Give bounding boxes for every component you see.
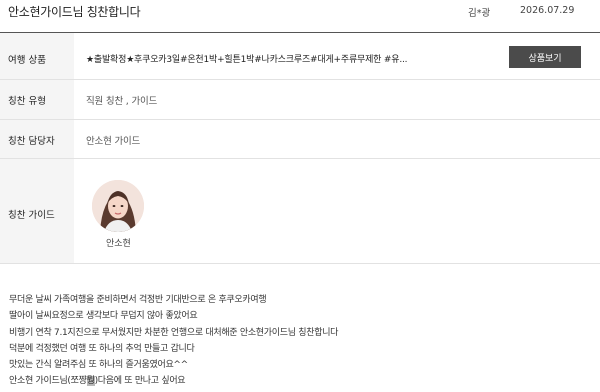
row-divider bbox=[0, 119, 600, 120]
type-value: 직원 칭찬 , 가이드 bbox=[86, 96, 158, 107]
view-product-button[interactable]: 상품보기 bbox=[509, 46, 581, 68]
review-line: 무더운 날씨 가족여행을 준비하면서 걱정반 기대반으로 온 후쿠오카여행 bbox=[9, 295, 267, 305]
row-divider bbox=[0, 263, 600, 264]
manager-value: 안소현 가이드 bbox=[86, 136, 141, 147]
author-name: 김*광 bbox=[468, 8, 491, 19]
review-line: 비행기 연착 7.1지진으로 무서웠지만 차분한 언행으로 대처해준 안소현가이… bbox=[9, 327, 339, 338]
review-body: 무더운 날씨 가족여행을 준비하면서 걱정반 기대반으로 온 후쿠오카여행 딸아… bbox=[9, 292, 589, 390]
post-date: 2026.07.29 bbox=[520, 5, 575, 16]
header-divider bbox=[0, 32, 600, 33]
manager-label: 칭찬 담당자 bbox=[8, 136, 55, 147]
product-label: 여행 상품 bbox=[8, 55, 46, 66]
review-text: )다음에 또 만나고 싶어요 bbox=[94, 376, 186, 387]
review-line: 맛있는 간식 알려주심 또 하나의 즐거움였어요^^ bbox=[9, 360, 188, 371]
guide-name: 안소현 bbox=[106, 239, 131, 249]
page-title: 안소현가이드님 칭찬합니다 bbox=[8, 5, 141, 19]
review-header: 안소현가이드님 칭찬합니다 김*광 2026.07.29 bbox=[0, 0, 600, 26]
guide-photo-icon bbox=[92, 180, 144, 232]
row-divider bbox=[0, 158, 600, 159]
review-line: 덕분에 걱정했던 여행 또 하나의 추억 만들고 갑니다 bbox=[9, 343, 195, 354]
product-name[interactable]: ★출발확정★후쿠오카3일#온천1박+힐튼1박#나카스크루즈#대게+주류무제한 #… bbox=[86, 52, 408, 65]
guide-avatar bbox=[92, 180, 144, 232]
highlighted-text: 뭥 bbox=[86, 376, 95, 387]
row-divider bbox=[0, 79, 600, 80]
review-text: 안소현 가이드님(쪼쨩 bbox=[9, 376, 87, 387]
type-label: 칭찬 유형 bbox=[8, 96, 46, 107]
review-line: 안소현 가이드님(쪼쨩뭥)다음에 또 만나고 싶어요 bbox=[9, 373, 589, 389]
guide-label: 칭찬 가이드 bbox=[8, 210, 55, 221]
review-line: 딸아이 날씨요정으로 생각보다 무덥지 않아 좋았어요 bbox=[9, 311, 198, 322]
label-column bbox=[0, 33, 74, 263]
